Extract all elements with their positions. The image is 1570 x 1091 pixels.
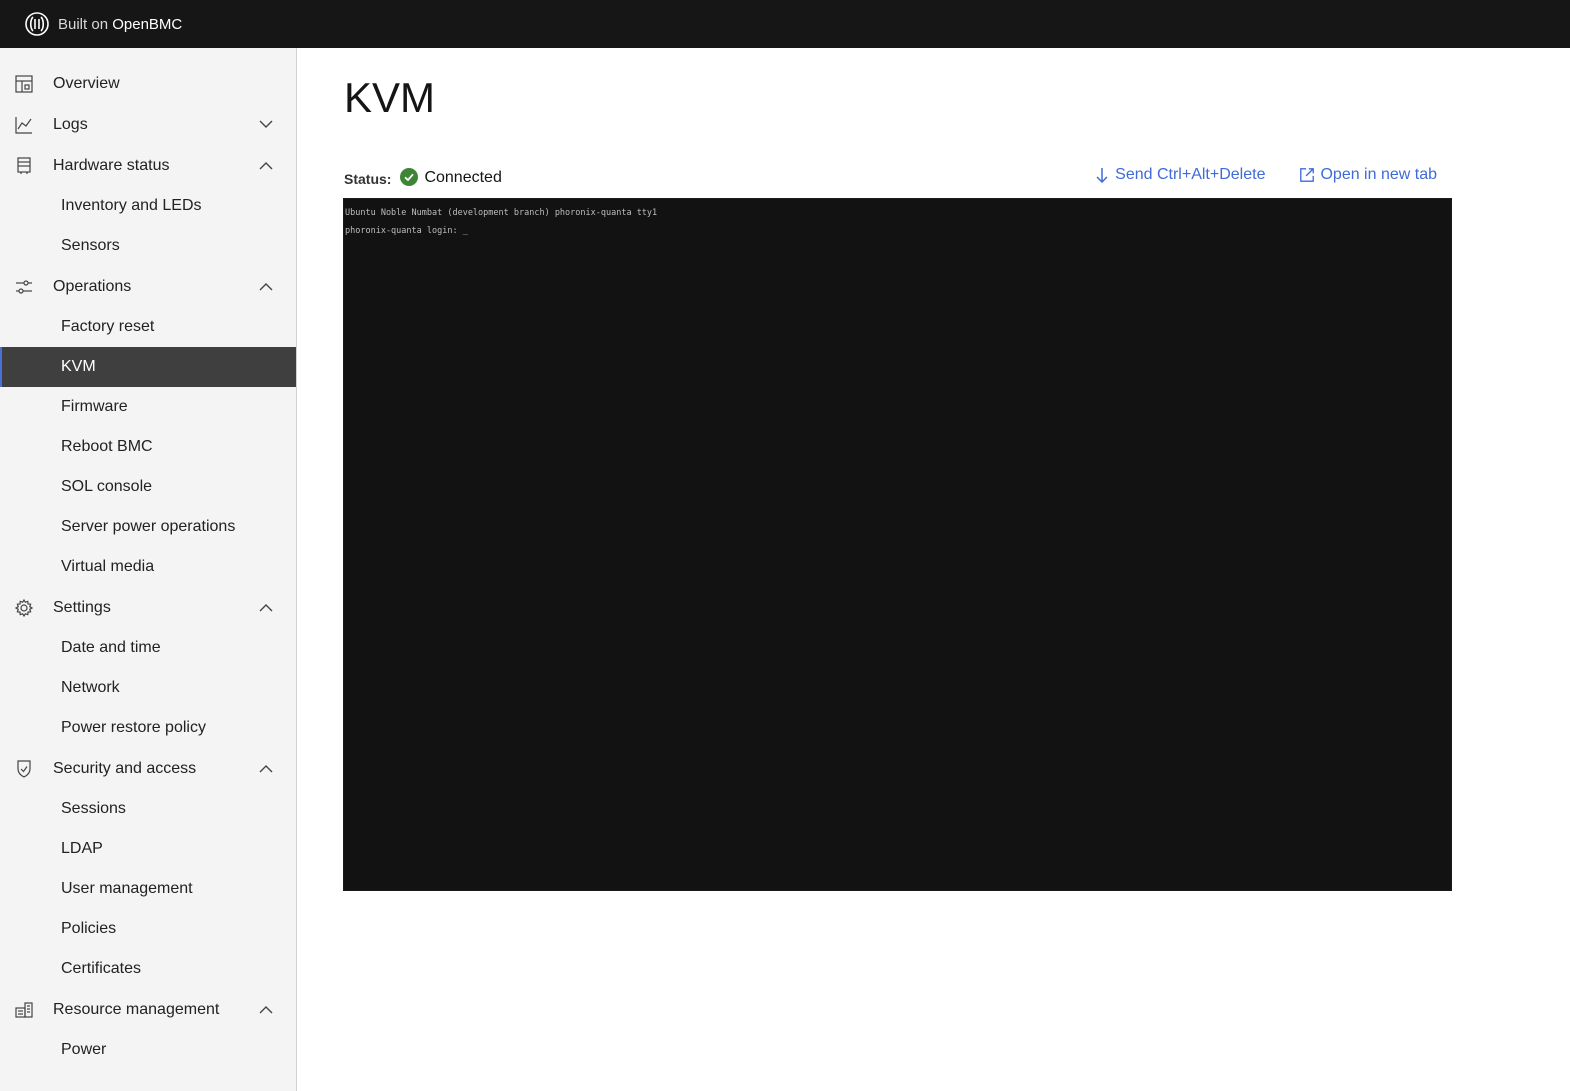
- sidebar-item-virtual-media[interactable]: Virtual media: [0, 547, 296, 587]
- sidebar-item-sessions[interactable]: Sessions: [0, 789, 296, 829]
- sidebar-item-label: Network: [61, 679, 120, 696]
- sidebar-item-label: Virtual media: [61, 558, 155, 575]
- sidebar-item-power[interactable]: Power: [0, 1030, 296, 1070]
- sidebar-item-server-power[interactable]: Server power operations: [0, 507, 296, 547]
- sidebar-item-label: LDAP: [61, 840, 103, 857]
- sidebar-item-logs[interactable]: Logs: [0, 104, 296, 145]
- sidebar-item-firmware[interactable]: Firmware: [0, 387, 296, 427]
- sidebar-item-resource-management[interactable]: Resource management: [0, 989, 296, 1030]
- page-title: KVM: [344, 74, 436, 121]
- sidebar-item-label: Power restore policy: [61, 719, 206, 736]
- sidebar-item-user-management[interactable]: User management: [0, 869, 296, 909]
- kvm-actions: Send Ctrl+Alt+Delete Open in new tab: [1094, 166, 1437, 184]
- sidebar-item-certificates[interactable]: Certificates: [0, 949, 296, 989]
- console-line: phoronix-quanta login: _: [345, 226, 468, 236]
- sidebar-item-label: Overview: [53, 74, 120, 92]
- sidebar-item-label: Hardware status: [53, 156, 170, 174]
- chevron-up-icon: [258, 1001, 274, 1017]
- sidebar-item-label: Inventory and LEDs: [61, 197, 202, 214]
- gear-icon: [14, 598, 34, 618]
- sidebar-item-label: Sensors: [61, 237, 120, 254]
- sidebar-item-date-time[interactable]: Date and time: [0, 628, 296, 668]
- sidebar-item-sol-console[interactable]: SOL console: [0, 467, 296, 507]
- sidebar-item-label: Resource management: [53, 1000, 220, 1018]
- arrow-down-icon: [1094, 166, 1110, 184]
- chevron-up-icon: [258, 760, 274, 776]
- sidebar-item-label: Server power operations: [61, 518, 236, 535]
- open-in-new-tab-label: Open in new tab: [1320, 166, 1437, 183]
- status-label: Status:: [344, 170, 392, 187]
- sidebar-item-label: Logs: [53, 115, 88, 133]
- sidebar-item-factory-reset[interactable]: Factory reset: [0, 307, 296, 347]
- external-link-icon: [1299, 166, 1315, 184]
- kvm-console-screen[interactable]: Ubuntu Noble Numbat (development branch)…: [343, 198, 1452, 891]
- sidebar-item-overview[interactable]: Overview: [0, 63, 296, 104]
- chart-line-icon: [14, 115, 34, 135]
- main-content: KVM Status: Connected Send Ctrl+Alt+Dele…: [297, 48, 1570, 1091]
- sidebar-item-label: Operations: [53, 277, 132, 295]
- sidebar-item-label: Sessions: [61, 800, 126, 817]
- sidebar-item-label: Power: [61, 1041, 107, 1058]
- sidebar-item-inventory[interactable]: Inventory and LEDs: [0, 186, 296, 226]
- top-header: Built on OpenBMC: [0, 0, 1570, 48]
- sidebar-item-label: SOL console: [61, 478, 153, 495]
- chevron-up-icon: [258, 278, 274, 294]
- chevron-down-icon: [258, 116, 274, 132]
- dashboard-icon: [14, 74, 34, 94]
- open-in-new-tab-link[interactable]: Open in new tab: [1299, 166, 1437, 184]
- sidebar-item-power-restore[interactable]: Power restore policy: [0, 708, 296, 748]
- sidebar-item-label: Certificates: [61, 960, 142, 977]
- sidebar-item-network[interactable]: Network: [0, 668, 296, 708]
- openbmc-logo-icon[interactable]: [24, 11, 50, 37]
- sidebar-item-label: Factory reset: [61, 318, 155, 335]
- sidebar-item-kvm[interactable]: KVM: [0, 347, 296, 387]
- send-ctrl-alt-delete-label: Send Ctrl+Alt+Delete: [1115, 166, 1266, 183]
- sidebar-item-label: Security and access: [53, 759, 197, 777]
- sidebar-item-label: User management: [61, 880, 193, 897]
- sidebar-item-label: Policies: [61, 920, 117, 937]
- brand-text: Built on OpenBMC: [58, 16, 182, 33]
- sidebar-item-security[interactable]: Security and access: [0, 748, 296, 789]
- sidebar-item-label: KVM: [61, 358, 96, 375]
- brand-name: OpenBMC: [112, 15, 183, 33]
- building-icon: [14, 1000, 34, 1020]
- sidebar-item-hardware-status[interactable]: Hardware status: [0, 145, 296, 186]
- sidebar-item-operations[interactable]: Operations: [0, 266, 296, 307]
- chevron-up-icon: [258, 599, 274, 615]
- sidebar-item-label: Firmware: [61, 398, 128, 415]
- sliders-icon: [14, 277, 34, 297]
- kvm-status: Status: Connected: [344, 166, 502, 187]
- chevron-up-icon: [258, 157, 274, 173]
- sidebar-item-reboot-bmc[interactable]: Reboot BMC: [0, 427, 296, 467]
- sidebar-item-label: Reboot BMC: [61, 438, 153, 455]
- shield-icon: [14, 759, 34, 779]
- sidebar-item-label: Date and time: [61, 639, 161, 656]
- server-icon: [14, 156, 34, 176]
- console-line: Ubuntu Noble Numbat (development branch)…: [345, 208, 658, 218]
- sidebar-item-ldap[interactable]: LDAP: [0, 829, 296, 869]
- sidebar-item-policies[interactable]: Policies: [0, 909, 296, 949]
- sidebar-item-label: Settings: [53, 598, 111, 616]
- status-value: Connected: [424, 169, 502, 186]
- brand-prefix: Built on: [58, 15, 109, 33]
- sidebar-item-sensors[interactable]: Sensors: [0, 226, 296, 266]
- check-circle-icon: [400, 167, 419, 186]
- sidebar-item-settings[interactable]: Settings: [0, 587, 296, 628]
- sidebar-nav: Overview Logs Hardware status Inventory …: [0, 48, 297, 1091]
- send-ctrl-alt-delete-button[interactable]: Send Ctrl+Alt+Delete: [1094, 166, 1265, 184]
